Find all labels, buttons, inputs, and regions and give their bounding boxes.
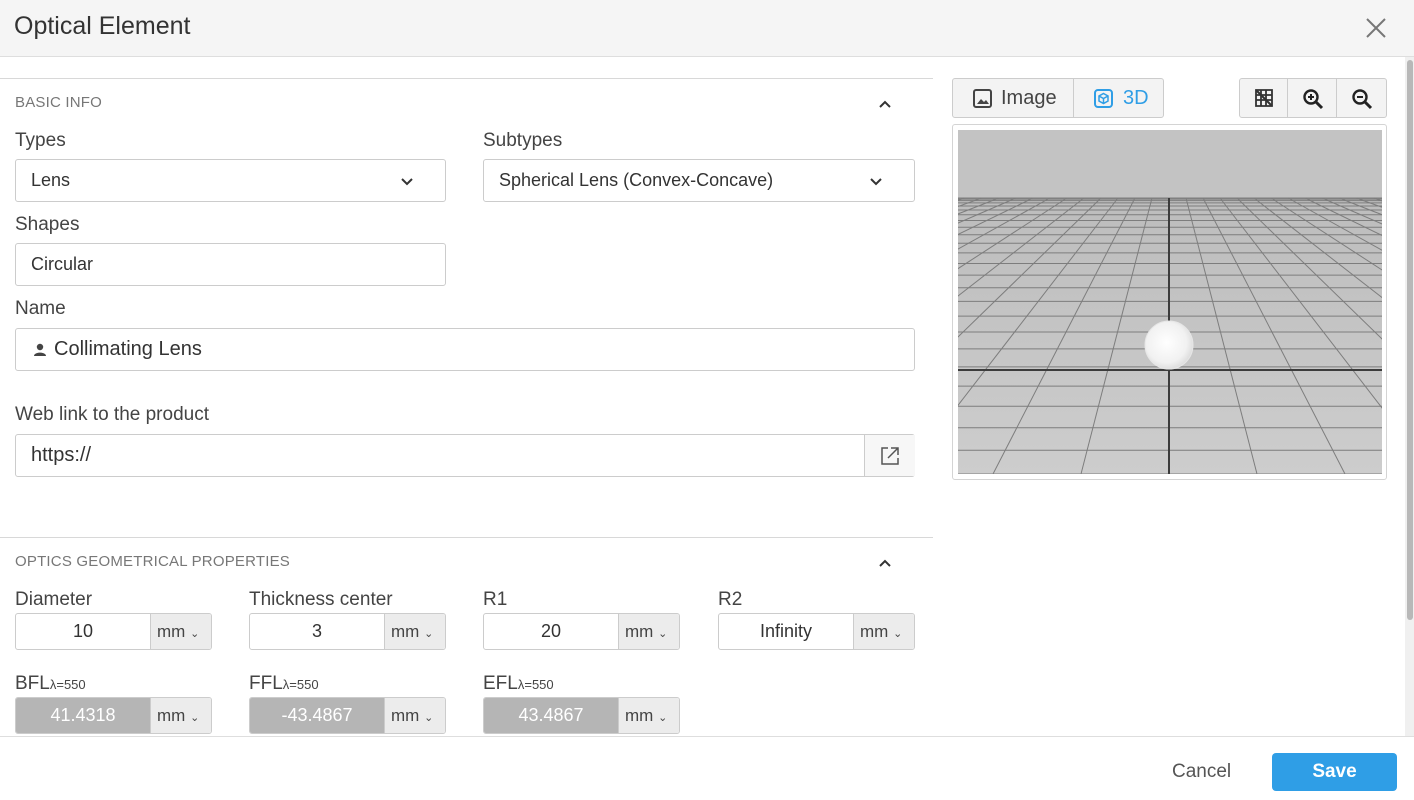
- bfl-field: 41.4318 mm ⌄: [15, 697, 212, 734]
- 3d-scene[interactable]: [958, 130, 1382, 474]
- scrollbar-thumb[interactable]: [1407, 60, 1413, 620]
- dialog-footer: Cancel Save: [0, 736, 1414, 800]
- efl-field: 43.4867 mm ⌄: [483, 697, 680, 734]
- tab-image-label: Image: [1001, 87, 1057, 109]
- r2-field[interactable]: Infinity mm ⌄: [718, 613, 915, 650]
- dialog-title: Optical Element: [14, 12, 191, 40]
- 3d-viewer[interactable]: [952, 124, 1387, 480]
- diameter-label: Diameter: [15, 589, 93, 610]
- optics-header-label: OPTICS GEOMETRICAL PROPERTIES: [15, 553, 291, 570]
- ffl-unit-select[interactable]: mm ⌄: [384, 698, 445, 733]
- zoom-in-icon: [1303, 89, 1324, 110]
- form-panel: BASIC INFO Types Lens Subtypes Spherical…: [0, 57, 933, 736]
- weblink-value: https://: [31, 444, 92, 466]
- shapes-label: Shapes: [15, 214, 80, 235]
- cancel-button[interactable]: Cancel: [1172, 761, 1231, 783]
- basic-info-header-label: BASIC INFO: [15, 94, 103, 111]
- subtypes-value: Spherical Lens (Convex-Concave): [499, 170, 774, 190]
- diameter-value[interactable]: 10: [16, 614, 150, 649]
- dialog-header: Optical Element: [0, 0, 1414, 57]
- grid-off-icon: [1255, 89, 1273, 107]
- thickness-field[interactable]: 3 mm ⌄: [249, 613, 446, 650]
- ffl-field: -43.4867 mm ⌄: [249, 697, 446, 734]
- types-select[interactable]: Lens: [15, 159, 446, 202]
- bfl-value: 41.4318: [16, 698, 150, 733]
- external-link-icon: [881, 447, 899, 465]
- zoom-out-button[interactable]: [1336, 78, 1387, 118]
- zoom-in-button[interactable]: [1287, 78, 1337, 118]
- name-label: Name: [15, 298, 66, 319]
- r2-value[interactable]: Infinity: [719, 614, 853, 649]
- ffl-value: -43.4867: [250, 698, 384, 733]
- shapes-value: Circular: [31, 254, 94, 274]
- thickness-value[interactable]: 3: [250, 614, 384, 649]
- r1-label: R1: [483, 589, 508, 610]
- weblink-label: Web link to the product: [15, 404, 209, 425]
- lens-model[interactable]: [1144, 320, 1194, 370]
- chevron-down-icon: ⌄: [424, 712, 434, 724]
- efl-value: 43.4867: [484, 698, 618, 733]
- chevron-down-icon: ⌄: [893, 628, 903, 640]
- shapes-field[interactable]: Circular: [15, 243, 446, 286]
- chevron-up-icon[interactable]: [876, 95, 894, 113]
- subtypes-select[interactable]: Spherical Lens (Convex-Concave): [483, 159, 915, 202]
- optics-section-header[interactable]: OPTICS GEOMETRICAL PROPERTIES: [0, 537, 933, 585]
- tab-image[interactable]: Image: [952, 78, 1074, 118]
- types-label: Types: [15, 130, 66, 151]
- save-button[interactable]: Save: [1272, 753, 1397, 791]
- r1-value[interactable]: 20: [484, 614, 618, 649]
- weblink-input[interactable]: https://: [15, 434, 915, 477]
- zoom-out-icon: [1352, 89, 1373, 110]
- efl-label: EFLλ=550: [483, 673, 554, 694]
- thickness-label: Thickness center: [249, 589, 393, 610]
- chevron-down-icon: ⌄: [190, 712, 200, 724]
- r1-unit-select[interactable]: mm ⌄: [618, 614, 679, 649]
- efl-unit-select[interactable]: mm ⌄: [618, 698, 679, 733]
- r1-field[interactable]: 20 mm ⌄: [483, 613, 680, 650]
- chevron-down-icon: ⌄: [190, 628, 200, 640]
- r2-label: R2: [718, 589, 743, 610]
- image-icon: [973, 89, 992, 108]
- user-icon: [34, 343, 46, 356]
- tab-3d-label: 3D: [1123, 87, 1149, 109]
- close-icon[interactable]: [1362, 14, 1390, 42]
- bfl-unit-select[interactable]: mm ⌄: [150, 698, 211, 733]
- chevron-down-icon: ⌄: [424, 628, 434, 640]
- r2-unit-select[interactable]: mm ⌄: [853, 614, 914, 649]
- grid-toggle-button[interactable]: [1239, 78, 1288, 118]
- basic-info-section-header[interactable]: BASIC INFO: [0, 78, 933, 126]
- chevron-down-icon: ⌄: [658, 628, 668, 640]
- name-value: Collimating Lens: [54, 338, 202, 360]
- cube-icon: [1094, 89, 1113, 108]
- chevron-down-icon: [401, 178, 413, 186]
- thickness-unit-select[interactable]: mm ⌄: [384, 614, 445, 649]
- subtypes-label: Subtypes: [483, 130, 563, 151]
- chevron-up-icon[interactable]: [876, 554, 894, 572]
- diameter-field[interactable]: 10 mm ⌄: [15, 613, 212, 650]
- types-value: Lens: [31, 170, 71, 190]
- name-input[interactable]: Collimating Lens: [15, 328, 915, 371]
- chevron-down-icon: ⌄: [658, 712, 668, 724]
- diameter-unit-select[interactable]: mm ⌄: [150, 614, 211, 649]
- ffl-label: FFLλ=550: [249, 673, 319, 694]
- tab-3d[interactable]: 3D: [1073, 78, 1164, 118]
- chevron-down-icon: [870, 178, 882, 186]
- open-link-button[interactable]: [864, 435, 915, 476]
- bfl-label: BFLλ=550: [15, 673, 86, 694]
